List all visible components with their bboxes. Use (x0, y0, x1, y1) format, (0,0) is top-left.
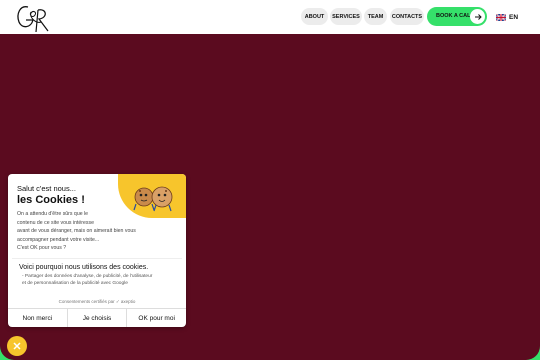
nav-contacts-label: Contacts (391, 13, 423, 20)
book-call-label: Book a call (436, 13, 474, 19)
book-call-button[interactable]: Book a call (427, 7, 487, 26)
language-label: EN (509, 13, 519, 21)
logo-mark (17, 6, 49, 33)
cookie-purpose-item: et de personnalisation de la publicité a… (22, 281, 128, 286)
cookie-actions: Non merci Je choisis OK pour moi (8, 308, 186, 327)
cookie-purpose-item: - Partager des données d'analyse, de pub… (22, 274, 153, 279)
uk-flag-icon (496, 13, 506, 21)
cookie-purposes-title: Voici pourquoi nous utilisons des cookie… (19, 264, 149, 271)
accept-cookies-button[interactable]: OK pour moi (127, 309, 186, 327)
close-cookie-widget-button[interactable] (7, 336, 27, 356)
close-icon (13, 342, 21, 350)
cookie-description-line: On a attendu d'être sûrs que le (17, 211, 89, 217)
language-switcher[interactable]: EN (496, 12, 518, 22)
cookie-description-line: accompagner pendant votre visite... (17, 236, 100, 243)
axeptio-certification[interactable]: Consentements certifiés par ✓ axeptio (8, 299, 186, 305)
nav-contacts[interactable]: Contacts (390, 8, 424, 25)
nav-services[interactable]: Services (330, 8, 362, 25)
cookie-description: On a attendu d'être sûrs que le contenu … (17, 210, 147, 253)
choose-cookies-button[interactable]: Je choisis (68, 309, 128, 327)
arrow-right-icon (470, 9, 485, 24)
cookie-consent-dialog: Salut c'est nous... les Cookies ! On a a… (8, 174, 186, 327)
site-logo[interactable] (14, 2, 54, 33)
site-header: About Services Team Contacts Book a call… (0, 0, 540, 34)
cookie-description-line: avant de vous déranger, mais on aimerait… (17, 228, 136, 235)
nav-about[interactable]: About (301, 8, 328, 25)
nav-services-label: Services (332, 13, 360, 20)
cookie-description-line: contenu de ce site vous intéresse (17, 219, 94, 226)
refuse-cookies-button[interactable]: Non merci (8, 309, 68, 327)
choose-label: Je choisis (82, 315, 112, 322)
cookie-title: les Cookies ! (17, 194, 85, 206)
cookie-purposes: Voici pourquoi nous utilisons des cookie… (12, 258, 182, 295)
cookie-title-intro: Salut c'est nous... (17, 184, 76, 193)
nav-about-label: About (304, 13, 325, 20)
refuse-label: Non merci (22, 315, 53, 322)
cookie-description-line: C'est OK pour vous ? (17, 245, 67, 252)
nav-team-label: Team (367, 13, 384, 20)
accept-label: OK pour moi (138, 315, 175, 322)
nav-team[interactable]: Team (364, 8, 387, 25)
